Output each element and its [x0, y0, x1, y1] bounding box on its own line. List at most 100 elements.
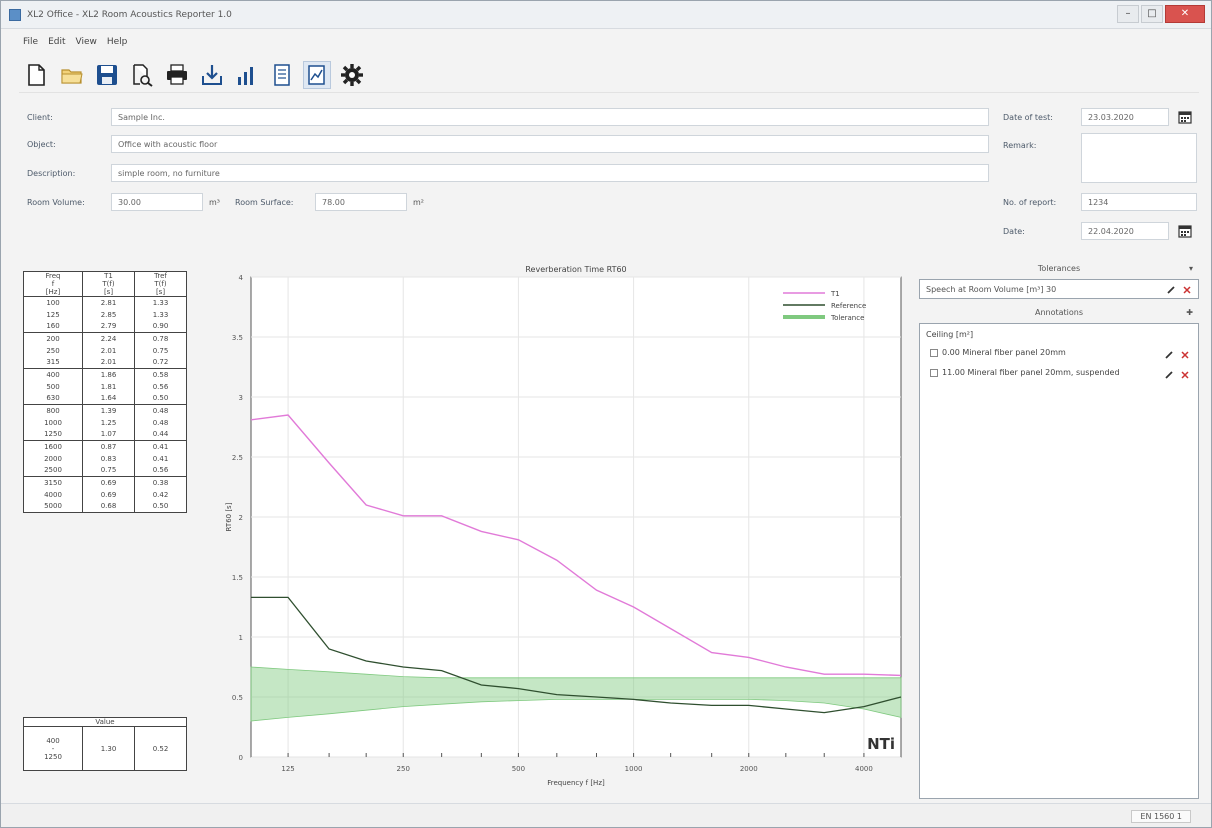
annotation-item[interactable]: 11.00 Mineral fiber panel 20mm, suspende…: [930, 368, 1120, 382]
table-cell-freq: 4000: [23, 488, 83, 501]
open-button[interactable]: [58, 61, 86, 89]
tolerance-selector[interactable]: Speech at Room Volume [m³] 30: [919, 279, 1199, 299]
table-cell-tref: 0.90: [133, 320, 188, 333]
table-cell-freq: 125: [23, 308, 83, 321]
remark-field[interactable]: [1081, 133, 1197, 183]
report-header-form: Client: Sample Inc. Object: Office with …: [19, 99, 1199, 259]
menu-help[interactable]: Help: [107, 37, 128, 53]
table-row: 4000 0.69 0.42: [23, 488, 188, 501]
x-tick-label: 250: [397, 765, 410, 773]
table-row: 5000 0.68 0.50: [23, 500, 188, 513]
report-number-field[interactable]: 1234: [1081, 193, 1197, 211]
table-row: 125 2.85 1.33: [23, 308, 188, 321]
room-volume-field[interactable]: 30.00: [111, 193, 203, 211]
y-tick-label: 4: [239, 274, 244, 282]
y-tick-label: 1.5: [232, 574, 243, 582]
checkbox-icon[interactable]: [930, 368, 938, 377]
table-cell-freq: 100: [23, 296, 83, 309]
checkbox-icon[interactable]: [930, 348, 938, 357]
table-cell-t1: 2.24: [82, 332, 135, 345]
minimize-button[interactable]: –: [1117, 5, 1139, 23]
delete-icon[interactable]: [1180, 350, 1190, 360]
report-view-icon: [308, 64, 325, 85]
table-row: 1600 0.87 0.41: [23, 440, 188, 453]
save-button[interactable]: [93, 61, 121, 89]
table-cell-tref: 1.33: [133, 296, 188, 309]
table-cell-tref: 0.41: [133, 440, 188, 453]
menu-file[interactable]: File: [23, 37, 38, 53]
table-cell-t1: 2.01: [82, 356, 135, 369]
add-annotation-icon[interactable]: ✚: [1186, 305, 1193, 321]
settings-button[interactable]: [338, 61, 366, 89]
y-tick-label: 2.5: [232, 454, 243, 462]
notes-button[interactable]: [268, 61, 296, 89]
table-cell-freq: 3150: [23, 476, 83, 489]
rt60-values-table: Freq f [Hz] T1 T(f) [s] Tref T(f) [s] 100 2.81 1…: [23, 271, 188, 513]
delete-icon[interactable]: [1182, 285, 1192, 295]
print-preview-button[interactable]: [128, 61, 156, 89]
maximize-icon: □: [1147, 8, 1157, 19]
table-cell-tref: 0.50: [133, 500, 188, 513]
delete-icon[interactable]: [1180, 370, 1190, 380]
table-cell-freq: 315: [23, 356, 83, 369]
date-field[interactable]: 22.04.2020: [1081, 222, 1169, 240]
description-field[interactable]: simple room, no furniture: [111, 164, 989, 182]
table-cell-freq: 800: [23, 404, 83, 417]
tolerances-header[interactable]: Tolerances ▾: [917, 261, 1201, 277]
import-button[interactable]: [198, 61, 226, 89]
table-cell-t1: 0.69: [82, 488, 135, 501]
date-of-test-calendar-button[interactable]: [1175, 108, 1195, 126]
table-cell-tref: 1.33: [133, 308, 188, 321]
report-view-button[interactable]: [303, 60, 331, 89]
table-row: 200 2.24 0.78: [23, 332, 188, 345]
annotation-item[interactable]: 0.00 Mineral fiber panel 20mm: [930, 348, 1066, 362]
close-icon: ✕: [1180, 8, 1190, 19]
print-button[interactable]: [163, 61, 191, 89]
status-bar: EN 1560 1: [1, 803, 1211, 827]
summary-header: Value: [23, 717, 187, 727]
table-cell-freq: 5000: [23, 500, 83, 513]
nti-logo: NTi: [867, 735, 895, 753]
table-cell-tref: 0.48: [133, 404, 188, 417]
table-cell-t1: 1.81: [82, 380, 135, 393]
minimize-icon: –: [1125, 8, 1131, 19]
edit-icon[interactable]: [1164, 370, 1174, 380]
table-cell-tref: 0.50: [133, 392, 188, 405]
save-icon: [97, 64, 117, 85]
y-tick-label: 0: [239, 754, 243, 762]
import-icon: [202, 64, 222, 85]
print-icon: [167, 63, 187, 85]
title-bar: XL2 Office - XL2 Room Acoustics Reporter…: [1, 1, 1211, 29]
table-cell-freq: 160: [23, 320, 83, 333]
table-cell-tref: 0.56: [133, 380, 188, 393]
table-cell-tref: 0.42: [133, 488, 188, 501]
chevron-down-icon[interactable]: ▾: [1189, 261, 1193, 277]
date-of-test-field[interactable]: 23.03.2020: [1081, 108, 1169, 126]
menu-edit[interactable]: Edit: [48, 37, 65, 53]
maximize-button[interactable]: □: [1141, 5, 1163, 23]
table-cell-freq: 630: [23, 392, 83, 405]
chart-icon: [238, 66, 253, 85]
table-cell-t1: 1.64: [82, 392, 135, 405]
close-button[interactable]: ✕: [1165, 5, 1205, 23]
chart-button[interactable]: [233, 61, 261, 89]
table-cell-t1: 1.25: [82, 416, 135, 429]
date-calendar-button[interactable]: [1175, 222, 1195, 240]
notes-icon: [274, 63, 290, 86]
table-cell-t1: 0.83: [82, 452, 135, 465]
new-file-button[interactable]: [23, 61, 51, 89]
edit-icon[interactable]: [1164, 350, 1174, 360]
col-header-t1: T1 T(f) [s]: [82, 271, 135, 297]
table-row: 1250 1.07 0.44: [23, 428, 188, 441]
tolerance-value: Speech at Room Volume [m³] 30: [926, 285, 1057, 294]
object-label: Object:: [27, 140, 56, 149]
table-cell-t1: 1.07: [82, 428, 135, 441]
object-field[interactable]: Office with acoustic floor: [111, 135, 989, 153]
table-row: 630 1.64 0.50: [23, 392, 188, 405]
menu-view[interactable]: View: [76, 37, 97, 53]
client-field[interactable]: Sample Inc.: [111, 108, 989, 126]
table-cell-t1: 0.69: [82, 476, 135, 489]
room-surface-field[interactable]: 78.00: [315, 193, 407, 211]
edit-icon[interactable]: [1166, 285, 1176, 295]
date-of-test-label: Date of test:: [1003, 113, 1053, 122]
